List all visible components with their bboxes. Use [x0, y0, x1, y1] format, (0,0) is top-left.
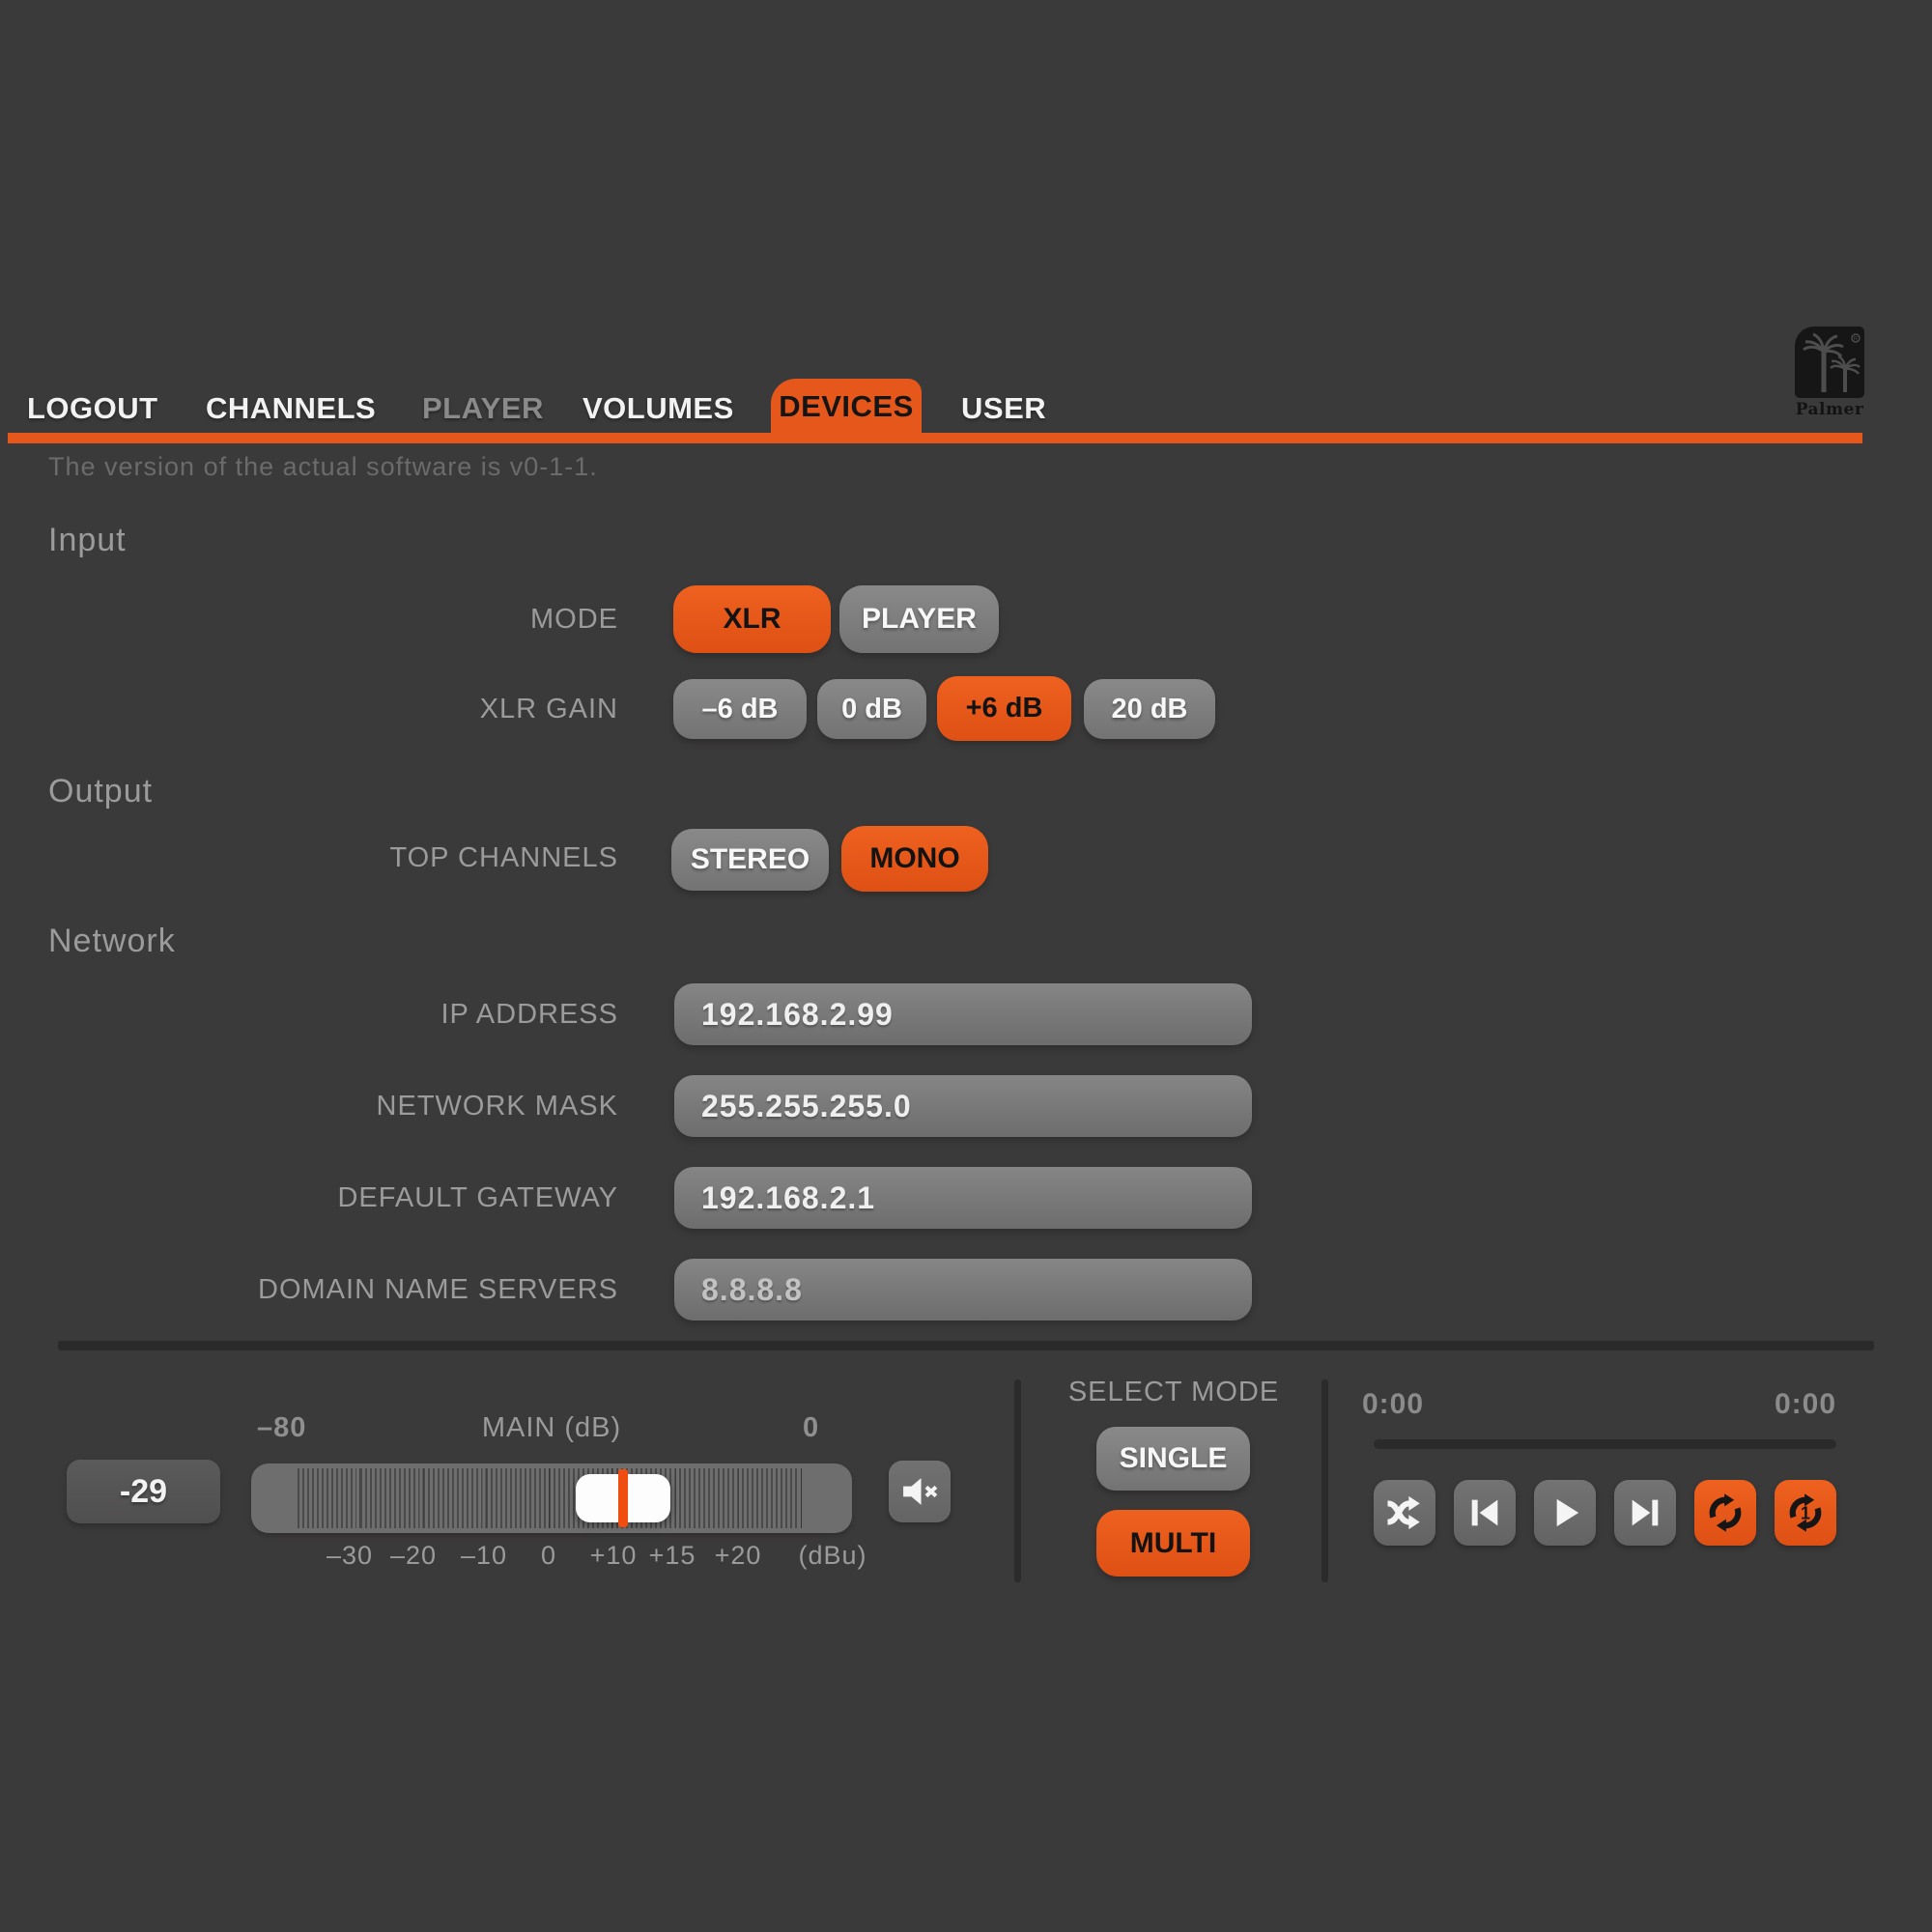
scale-label-0: 0 — [541, 1541, 556, 1571]
next-track-icon — [1626, 1493, 1664, 1532]
previous-track-icon — [1465, 1493, 1504, 1532]
select-mode-label: SELECT MODE — [1063, 1377, 1285, 1408]
mono-label: MONO — [869, 842, 959, 875]
ip-address-field[interactable] — [674, 983, 1252, 1045]
shuffle-button[interactable] — [1374, 1480, 1435, 1546]
devices-page: LOGOUT CHANNELS PLAYER VOLUMES DEVICES U… — [0, 0, 1932, 1932]
xlr-gain-plus6-button[interactable]: +6 dB — [937, 676, 1071, 741]
scale-label-plus15: +15 — [649, 1541, 696, 1571]
default-gateway-label: DEFAULT GATEWAY — [0, 1182, 618, 1214]
scale-label-dbu: (dBu) — [798, 1541, 867, 1571]
previous-track-button[interactable] — [1454, 1480, 1516, 1546]
stereo-label: STEREO — [691, 843, 810, 876]
scale-label-plus20: +20 — [715, 1541, 762, 1571]
nav-devices-label: DEVICES — [779, 389, 914, 424]
svg-text:1: 1 — [1801, 1502, 1810, 1522]
footer-vertical-divider-right — [1321, 1379, 1328, 1582]
repeat-icon — [1704, 1492, 1747, 1534]
domain-name-servers-label: DOMAIN NAME SERVERS — [0, 1274, 618, 1306]
volume-title: MAIN (dB) — [407, 1412, 696, 1444]
repeat-one-button[interactable]: 1 — [1775, 1480, 1836, 1546]
slider-tick-marks — [298, 1468, 802, 1528]
software-version-text: The version of the actual software is v0… — [48, 452, 598, 482]
main-volume-slider-track[interactable] — [251, 1463, 852, 1533]
nav-player-label: PLAYER — [422, 391, 544, 425]
mode-label: MODE — [0, 604, 618, 636]
xlr-gain-0-label: 0 dB — [841, 694, 902, 725]
mode-player-label: PLAYER — [862, 603, 977, 636]
nav-logout[interactable]: LOGOUT — [27, 387, 158, 430]
nav-user-label: USER — [961, 391, 1046, 425]
xlr-gain-20-label: 20 dB — [1112, 694, 1188, 725]
xlr-gain-minus6-label: –6 dB — [702, 694, 779, 725]
multi-label: MULTI — [1130, 1527, 1216, 1560]
mode-xlr-label: XLR — [724, 603, 781, 636]
select-mode-single-button[interactable]: SINGLE — [1096, 1427, 1250, 1491]
palmer-logo: R Palmer — [1795, 327, 1866, 419]
nav-player[interactable]: PLAYER — [422, 387, 544, 430]
section-title-output: Output — [48, 773, 153, 810]
single-label: SINGLE — [1120, 1442, 1228, 1475]
xlr-gain-minus6-button[interactable]: –6 dB — [673, 679, 807, 739]
footer-divider — [58, 1341, 1874, 1350]
nav-logout-label: LOGOUT — [27, 391, 158, 425]
section-title-network: Network — [48, 923, 176, 960]
player-progress-bar[interactable] — [1374, 1439, 1836, 1449]
nav-volumes-label: VOLUMES — [582, 391, 734, 425]
network-mask-field[interactable] — [674, 1075, 1252, 1137]
nav-channels-label: CHANNELS — [206, 391, 376, 425]
play-icon — [1546, 1493, 1584, 1532]
volume-min-label: –80 — [257, 1412, 306, 1444]
top-channels-label: TOP CHANNELS — [0, 842, 618, 874]
xlr-gain-20-button[interactable]: 20 dB — [1084, 679, 1215, 739]
slider-thumb-marker — [618, 1469, 628, 1527]
scale-label-plus10: +10 — [590, 1541, 638, 1571]
mute-button[interactable] — [889, 1461, 951, 1522]
nav-channels[interactable]: CHANNELS — [206, 387, 376, 430]
speaker-muted-icon — [900, 1473, 939, 1510]
player-total-time: 0:00 — [1762, 1388, 1836, 1421]
domain-name-servers-field[interactable] — [674, 1259, 1252, 1321]
palmer-wordmark: Palmer — [1795, 400, 1864, 419]
repeat-button[interactable] — [1694, 1480, 1756, 1546]
nav-user[interactable]: USER — [961, 387, 1046, 430]
main-volume-value-text: -29 — [120, 1473, 167, 1511]
nav-devices-active-tab[interactable]: DEVICES — [771, 379, 922, 434]
scale-label-minus30: –30 — [327, 1541, 373, 1571]
shuffle-icon — [1384, 1492, 1425, 1533]
nav-accent-bar — [8, 433, 1862, 443]
play-button[interactable] — [1534, 1480, 1596, 1546]
palm-trees-icon: R — [1795, 327, 1864, 398]
palmer-logo-mark: R — [1795, 327, 1864, 398]
xlr-gain-label: XLR GAIN — [0, 694, 618, 725]
volume-max-label: 0 — [803, 1412, 819, 1444]
player-elapsed-time: 0:00 — [1362, 1388, 1424, 1421]
section-title-input: Input — [48, 522, 127, 559]
svg-text:R: R — [1854, 337, 1859, 343]
network-mask-label: NETWORK MASK — [0, 1091, 618, 1122]
scale-label-minus10: –10 — [461, 1541, 507, 1571]
xlr-gain-0-button[interactable]: 0 dB — [817, 679, 926, 739]
default-gateway-field[interactable] — [674, 1167, 1252, 1229]
mode-xlr-button[interactable]: XLR — [673, 585, 831, 653]
top-channels-mono-button[interactable]: MONO — [841, 826, 988, 892]
top-channels-stereo-button[interactable]: STEREO — [671, 829, 829, 891]
scale-label-minus20: –20 — [390, 1541, 437, 1571]
mode-player-button[interactable]: PLAYER — [839, 585, 999, 653]
nav-volumes[interactable]: VOLUMES — [582, 387, 734, 430]
select-mode-multi-button[interactable]: MULTI — [1096, 1510, 1250, 1577]
next-track-button[interactable] — [1614, 1480, 1676, 1546]
ip-address-label: IP ADDRESS — [0, 999, 618, 1031]
xlr-gain-plus6-label: +6 dB — [966, 693, 1043, 724]
footer-vertical-divider-left — [1014, 1379, 1021, 1582]
repeat-one-icon: 1 — [1784, 1492, 1827, 1534]
main-volume-value: -29 — [67, 1460, 220, 1523]
